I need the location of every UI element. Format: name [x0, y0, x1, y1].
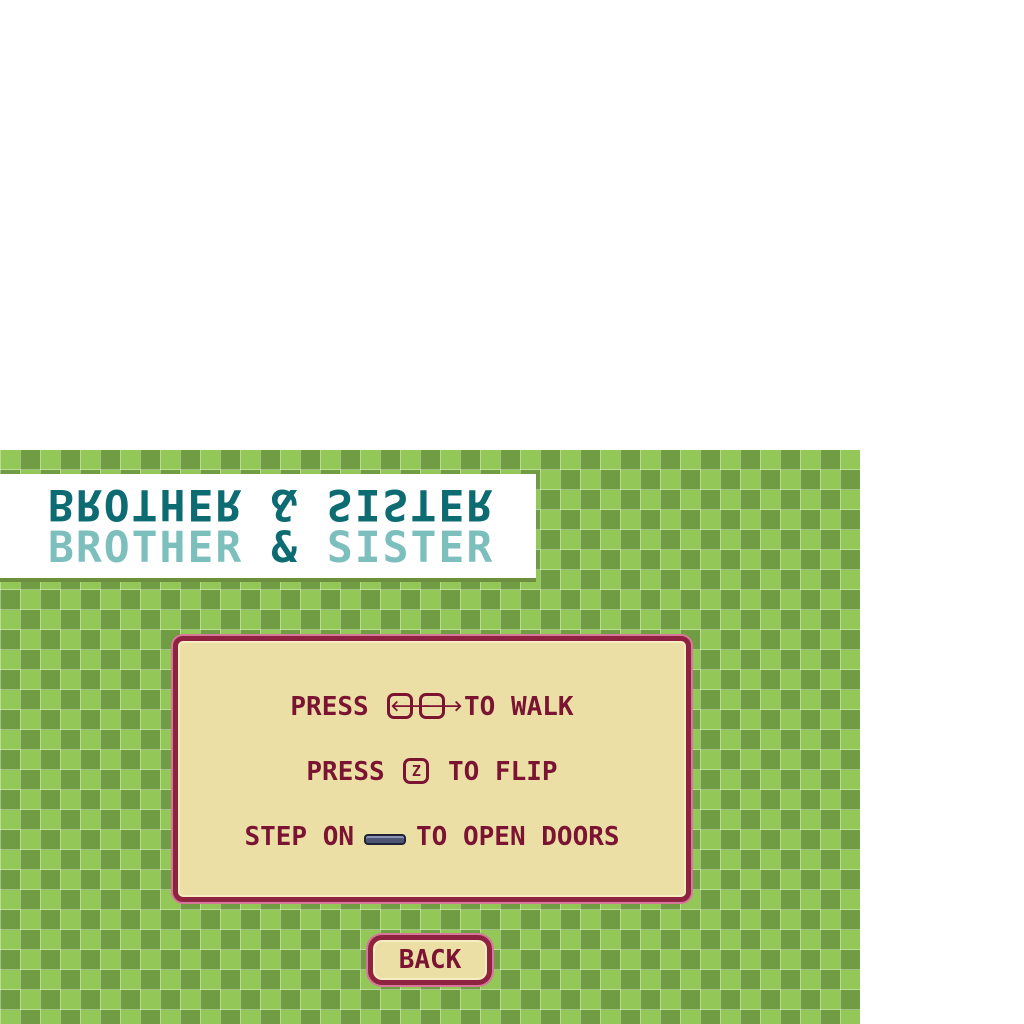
game-screen: BROTHER & SISTER BROTHER & SISTER PRESS … — [0, 450, 860, 1024]
z-key-icon: Z — [403, 757, 430, 784]
title-word-sister-reflection: SISTER — [326, 479, 495, 529]
title-word-sister: SISTER — [326, 523, 495, 573]
flip-prefix: PRESS — [306, 757, 385, 787]
title-ampersand-reflection: & — [271, 479, 299, 529]
walk-suffix: TO WALK — [464, 692, 574, 722]
instructions-panel: PRESS 🡐🡒 TO WALK PRESS Z TO FLIP STEP ON… — [173, 636, 691, 902]
game-title: BROTHER & SISTER — [48, 526, 494, 570]
door-suffix: TO OPEN DOORS — [416, 822, 620, 852]
title-word-brother-reflection: BROTHER — [48, 479, 244, 529]
walk-instruction: PRESS 🡐🡒 TO WALK — [178, 691, 686, 723]
back-button[interactable]: BACK — [368, 935, 492, 985]
walk-prefix: PRESS — [290, 692, 369, 722]
right-arrow-key-icon: 🡒 — [419, 692, 463, 719]
flip-suffix: TO FLIP — [448, 757, 558, 787]
title-reflection: BROTHER & SISTER — [48, 479, 495, 529]
door-instruction: STEP ON TO OPEN DOORS — [178, 821, 686, 853]
flip-instruction: PRESS Z TO FLIP — [178, 756, 686, 788]
pressure-plate-icon — [364, 834, 407, 845]
title-word-brother: BROTHER — [48, 523, 244, 573]
title-banner: BROTHER & SISTER BROTHER & SISTER — [0, 474, 536, 578]
title-ampersand: & — [271, 523, 299, 573]
left-arrow-key-icon: 🡐 — [387, 692, 431, 719]
door-prefix: STEP ON — [244, 822, 355, 852]
